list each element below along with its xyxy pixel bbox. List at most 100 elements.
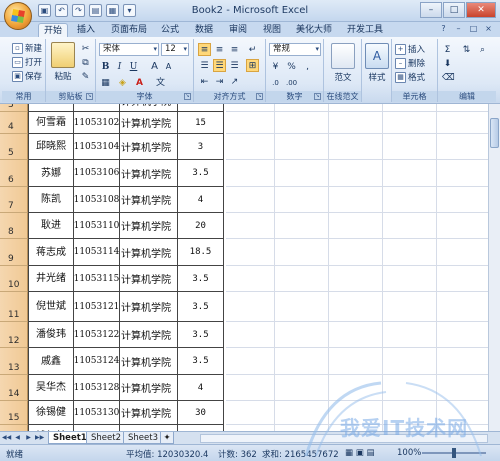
minimize-button[interactable]: – [420,2,442,18]
delete-cells-button[interactable]: – 删除 [395,57,425,69]
tab-formulas[interactable]: 公式 [156,23,184,37]
cell-value[interactable]: 4 [178,187,224,213]
cell-dept[interactable]: 计算机学院 [120,266,178,292]
wrap-text-icon[interactable]: ↵ [246,43,259,56]
cell-dept[interactable]: 计算机学院 [120,401,178,425]
cut-icon[interactable]: ✂ [79,42,92,55]
cell-dept[interactable]: 计算机学院 [120,239,178,266]
row-header[interactable]: 10 [0,266,28,292]
cell-name[interactable]: 何雪霜 [28,112,74,134]
template-button[interactable]: 范文 [329,43,357,83]
save-button[interactable]: ▣ 保存 [12,70,42,82]
cell-value[interactable]: 3.5 [178,322,224,348]
cell-dept[interactable]: 计算机学院 [120,375,178,401]
zoom-level[interactable]: 100% [397,448,421,458]
copy-icon[interactable]: ⧉ [79,56,92,69]
orientation-icon[interactable]: ↗ [228,75,241,88]
sheet-tab-sheet2[interactable]: Sheet2 [86,432,126,444]
maximize-button[interactable]: □ [443,2,465,18]
cell-dept[interactable]: 计算机学院 [120,187,178,213]
row-header[interactable]: 11 [0,292,28,322]
close-workbook-icon[interactable]: × [483,24,494,35]
office-button[interactable] [4,2,32,30]
cell-dept[interactable]: 计算机学院 [120,348,178,375]
number-format-select[interactable]: 常规 ▾ [269,43,321,56]
cell-value[interactable]: 15 [178,112,224,134]
cell-id[interactable]: 11053108 [74,187,120,213]
fill-icon[interactable]: ⬇ [441,57,454,70]
tab-review[interactable]: 审阅 [224,23,252,37]
number-launcher-icon[interactable]: ↘ [314,93,321,100]
row-header[interactable]: 5 [0,134,28,160]
cell-dept[interactable]: 计算机学院 [120,134,178,160]
autosum-button[interactable]: Σ [441,43,454,56]
tab-beautify[interactable]: 美化大师 [290,23,338,37]
next-sheet-icon[interactable]: ▶ [24,433,33,443]
cell-id[interactable]: 11053110 [74,213,120,239]
cell-dept[interactable]: 计算机学院 [120,292,178,322]
cell-value[interactable]: 18.5 [178,239,224,266]
cell-name[interactable]: 戚鑫 [28,348,74,375]
row-header[interactable]: 6 [0,160,28,187]
tab-view[interactable]: 视图 [258,23,286,37]
minimize-workbook-icon[interactable]: – [453,24,464,35]
percent-button[interactable]: % [285,60,298,73]
cell-name[interactable]: 耿进 [28,213,74,239]
cell-id[interactable]: 11053114 [74,239,120,266]
tab-data[interactable]: 数据 [190,23,218,37]
insert-sheet-icon[interactable]: ✦ [160,432,174,444]
cell-value[interactable]: 20 [178,213,224,239]
cell-name[interactable]: 吴华杰 [28,375,74,401]
cell-id[interactable]: 11053115 [74,266,120,292]
cell-id[interactable]: 11053106 [74,160,120,187]
worksheet[interactable]: 345678910111213141516 唐欣11015218计算机学院75何… [0,104,500,431]
row-header[interactable]: 15 [0,401,28,425]
cell-name[interactable]: 唐欣 [28,104,74,112]
view-buttons[interactable]: ▦ ▣ ▤ [345,448,375,458]
tab-home[interactable]: 开始 [38,23,68,37]
cell-value[interactable]: 3.5 [178,160,224,187]
increase-decimal-icon[interactable]: .0 [269,76,282,89]
font-launcher-icon[interactable]: ↘ [184,93,191,100]
decrease-indent-icon[interactable]: ⇤ [198,75,211,88]
cell-id[interactable]: 11053124 [74,348,120,375]
cell-id[interactable]: 11053128 [74,375,120,401]
font-color-icon[interactable]: A [133,76,146,89]
cell-dept[interactable]: 计算机学院 [120,160,178,187]
cell-dept[interactable]: 计算机学院 [120,322,178,348]
insert-cells-button[interactable]: + 插入 [395,43,425,55]
fill-color-icon[interactable]: ◈ [116,76,129,89]
cell-id[interactable]: 11053104 [74,134,120,160]
align-top-icon[interactable]: ≡ [198,43,211,56]
restore-workbook-icon[interactable]: □ [468,24,479,35]
cell-name[interactable]: 井光绪 [28,266,74,292]
decrease-decimal-icon[interactable]: .00 [285,76,298,89]
cell-id[interactable]: 11053122 [74,322,120,348]
increase-indent-icon[interactable]: ⇥ [213,75,226,88]
font-size-select[interactable]: 12 ▾ [161,43,189,56]
cell-id[interactable]: 11015218 [74,104,120,112]
cell-value[interactable]: 4 [178,375,224,401]
font-name-select[interactable]: 宋体 ▾ [99,43,159,56]
phonetic-button[interactable]: 文 [154,76,167,89]
cell-value[interactable]: 3.5 [178,266,224,292]
align-right-icon[interactable]: ☰ [228,59,241,72]
tab-page-layout[interactable]: 页面布局 [106,23,152,37]
cell-value[interactable]: 3.5 [178,292,224,322]
last-sheet-icon[interactable]: ▶▶ [35,433,44,443]
cell-name[interactable]: 苏娜 [28,160,74,187]
clear-icon[interactable]: ⌫ [441,71,455,84]
cell-id[interactable]: 11053121 [74,292,120,322]
styles-button[interactable]: A 样式 [364,43,390,83]
cell-value[interactable]: 3 [178,134,224,160]
prev-sheet-icon[interactable]: ◀ [13,433,22,443]
scroll-thumb[interactable] [490,118,499,148]
row-header[interactable]: 12 [0,322,28,348]
format-cells-button[interactable]: ▦ 格式 [395,71,425,83]
vertical-scrollbar[interactable] [488,104,500,431]
row-header[interactable]: 13 [0,348,28,375]
align-left-icon[interactable]: ☰ [198,59,211,72]
bold-button[interactable]: B [99,60,112,73]
cell-name[interactable]: 邱晓熙 [28,134,74,160]
italic-button[interactable]: I [113,60,126,73]
